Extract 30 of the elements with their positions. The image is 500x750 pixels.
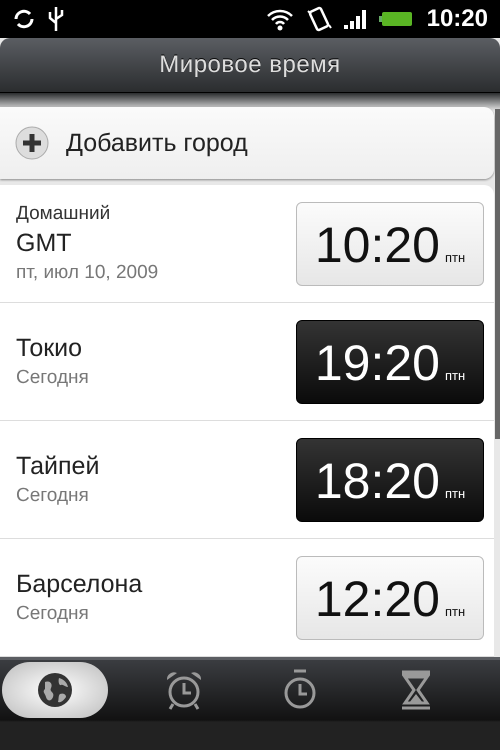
city-date: Сегодня (16, 485, 90, 508)
clock-time: 10:20 (314, 216, 440, 275)
city-name: Барселона (16, 570, 144, 600)
city-date: Сегодня (16, 367, 90, 390)
wifi-icon (264, 7, 295, 32)
add-city-button[interactable]: Добавить город (0, 107, 494, 180)
status-time: 10:20 (426, 5, 488, 34)
weekday-label: птн (444, 486, 466, 501)
weekday-label: птн (444, 250, 466, 265)
city-row[interactable]: Домашний GMT пт, июл 10, 2009 10:20 птн (0, 185, 494, 304)
city-name: GMT (16, 229, 73, 258)
home-label: Домашний (16, 203, 112, 226)
clock-time: 18:20 (314, 452, 440, 511)
clock-time: 19:20 (314, 334, 440, 393)
plus-icon (14, 125, 50, 162)
battery-icon (378, 11, 413, 28)
city-date: Сегодня (16, 603, 90, 626)
weekday-label: птн (444, 604, 466, 619)
weekday-label: птн (444, 368, 466, 383)
city-row[interactable]: Барселона Сегодня 12:20 птн (0, 539, 494, 658)
clock-time: 12:20 (314, 570, 440, 629)
city-name: Тайпей (16, 452, 100, 482)
vibrate-icon (304, 5, 333, 34)
city-row[interactable]: Токио Сегодня 19:20 птн (0, 303, 494, 422)
city-date: пт, июл 10, 2009 (16, 262, 160, 284)
usb-icon (46, 5, 66, 34)
window-title: Мировое время (159, 51, 341, 80)
city-row[interactable]: Тайпей Сегодня 18:20 птн (0, 421, 494, 540)
signal-icon (342, 8, 369, 30)
city-name: Токио (16, 334, 84, 364)
